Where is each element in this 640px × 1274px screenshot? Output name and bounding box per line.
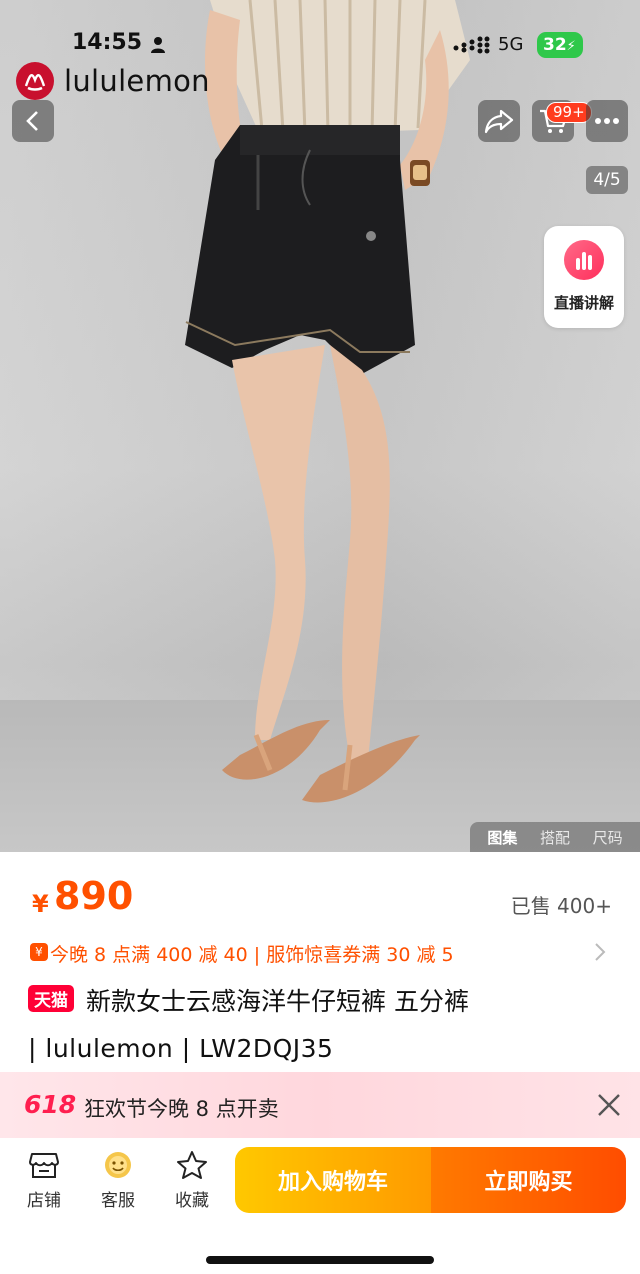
gallery-tabs: 图集 搭配 尺码 bbox=[470, 822, 640, 852]
shop-button[interactable]: 店铺 bbox=[14, 1150, 74, 1211]
promo-text: 今晚 8 点满 400 减 40 | 服饰惊喜券满 30 减 5 bbox=[50, 944, 454, 966]
share-button[interactable] bbox=[478, 100, 520, 142]
product-title: 天猫 新款女士云感海洋牛仔短裤 五分裤 | lululemon | LW2DQJ3… bbox=[28, 982, 618, 1063]
promo-row[interactable]: ¥ 今晚 8 点满 400 减 40 | 服饰惊喜券满 30 减 5 bbox=[0, 938, 640, 968]
shop-icon bbox=[29, 1153, 59, 1178]
customer-service-icon bbox=[105, 1152, 131, 1178]
banner-text: 狂欢节今晚 8 点开卖 bbox=[84, 1097, 279, 1121]
product-page: 14:55 5G 32⚡ lululemon 99+ 4/5 直播讲解 图集 搭… bbox=[0, 0, 640, 1274]
favorite-label: 收藏 bbox=[175, 1191, 209, 1211]
tab-size[interactable]: 尺码 bbox=[593, 827, 623, 848]
signal-icon bbox=[453, 36, 490, 54]
product-title-line1: 新款女士云感海洋牛仔短裤 五分裤 bbox=[86, 987, 469, 1016]
status-time: 14:55 bbox=[72, 30, 143, 55]
bottom-action-bar: 店铺 客服 收藏 加入购物车 立即购买 bbox=[0, 1138, 640, 1228]
lululemon-logo-icon bbox=[16, 62, 54, 100]
price-value: 890 bbox=[54, 874, 134, 918]
cart-count-badge: 99+ bbox=[546, 102, 592, 123]
share-icon bbox=[484, 109, 514, 134]
brand-name: lululemon bbox=[64, 64, 210, 98]
status-bar: 14:55 5G 32⚡ bbox=[0, 28, 640, 62]
chevron-left-icon bbox=[26, 111, 38, 131]
price-row: ¥ 890 已售 400+ bbox=[0, 868, 640, 928]
network-type: 5G bbox=[498, 34, 524, 55]
image-counter: 4/5 bbox=[586, 166, 628, 194]
product-title-line2: | lululemon | LW2DQJ35 bbox=[28, 1034, 334, 1063]
customer-service-label: 客服 bbox=[101, 1191, 135, 1211]
tmall-badge: 天猫 bbox=[28, 985, 74, 1012]
battery-level: 32 bbox=[543, 35, 567, 55]
battery-icon: 32⚡ bbox=[537, 32, 583, 58]
chevron-right-icon bbox=[595, 943, 606, 961]
shop-label: 店铺 bbox=[27, 1191, 61, 1211]
more-dots-icon bbox=[595, 118, 619, 124]
person-icon bbox=[151, 37, 165, 53]
sold-count: 已售 400+ bbox=[510, 894, 612, 918]
star-icon bbox=[177, 1151, 207, 1179]
brand-header[interactable]: lululemon bbox=[16, 62, 210, 100]
customer-service-button[interactable]: 客服 bbox=[88, 1150, 148, 1211]
tab-gallery[interactable]: 图集 bbox=[487, 827, 517, 848]
live-explain-button[interactable]: 直播讲解 bbox=[544, 226, 624, 328]
currency-symbol: ¥ bbox=[32, 890, 49, 918]
more-button[interactable] bbox=[586, 100, 628, 142]
buy-now-button[interactable]: 立即购买 bbox=[431, 1147, 626, 1213]
live-stream-icon bbox=[564, 240, 604, 280]
tab-outfit[interactable]: 搭配 bbox=[540, 827, 570, 848]
logo-618: 618 bbox=[24, 1090, 77, 1119]
promo-banner-618[interactable]: 618 狂欢节今晚 8 点开卖 bbox=[0, 1072, 640, 1138]
add-to-cart-button[interactable]: 加入购物车 bbox=[235, 1147, 431, 1213]
coupon-icon: ¥ bbox=[30, 943, 48, 961]
home-indicator[interactable] bbox=[206, 1256, 434, 1264]
close-icon[interactable] bbox=[596, 1092, 622, 1118]
favorite-button[interactable]: 收藏 bbox=[162, 1150, 222, 1211]
live-explain-label: 直播讲解 bbox=[553, 294, 614, 312]
back-button[interactable] bbox=[12, 100, 54, 142]
